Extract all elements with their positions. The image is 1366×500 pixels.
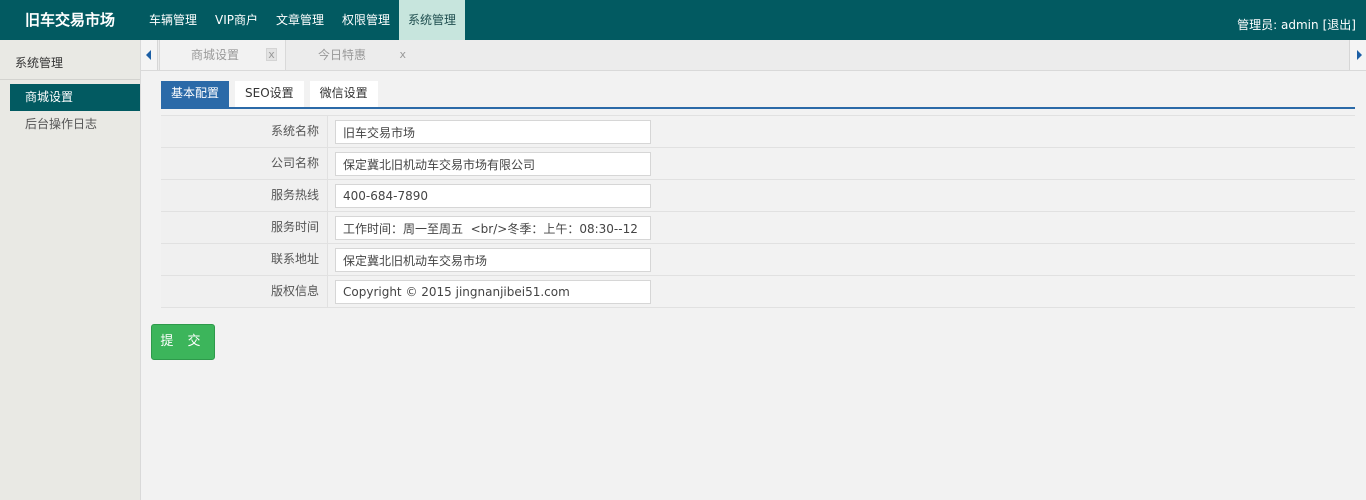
- config-form: 系统名称 公司名称 服务热线 服务时间 联系地址 版权信息: [161, 115, 1355, 308]
- nav-item-vehicles[interactable]: 车辆管理: [140, 0, 206, 40]
- tab-scroll-left-button[interactable]: [141, 40, 158, 70]
- company-name-field[interactable]: [335, 152, 651, 176]
- copyright-field[interactable]: [335, 280, 651, 304]
- sidebar-title: 系统管理: [0, 40, 140, 80]
- config-tabs: 基本配置 SEO设置 微信设置: [161, 81, 1355, 109]
- page-tab-daily-deals[interactable]: 今日特惠 x: [287, 40, 414, 70]
- service-hotline-label: 服务热线: [161, 180, 328, 211]
- caret-left-icon: [146, 50, 151, 60]
- contact-address-field[interactable]: [335, 248, 651, 272]
- nav-item-permissions[interactable]: 权限管理: [333, 0, 399, 40]
- form-row-contact-address: 联系地址: [161, 244, 1355, 276]
- nav-item-articles[interactable]: 文章管理: [267, 0, 333, 40]
- service-hours-label: 服务时间: [161, 212, 328, 243]
- copyright-label: 版权信息: [161, 276, 328, 307]
- site-brand: 旧车交易市场: [25, 11, 116, 29]
- submit-button[interactable]: 提 交: [151, 324, 215, 360]
- caret-right-icon: [1357, 50, 1362, 60]
- sidebar: 系统管理 商城设置 后台操作日志: [0, 40, 141, 500]
- tab-scroll-right-button[interactable]: [1349, 40, 1366, 70]
- page-tabstrip: 商城设置 x 今日特惠 x: [141, 40, 1366, 71]
- tab-basic-config[interactable]: 基本配置: [161, 81, 230, 107]
- form-row-service-hotline: 服务热线: [161, 180, 1355, 212]
- admin-info: 管理员: admin [退出]: [1237, 16, 1356, 33]
- form-row-company-name: 公司名称: [161, 148, 1355, 180]
- nav-item-system[interactable]: 系统管理: [399, 0, 466, 40]
- close-icon[interactable]: x: [399, 40, 406, 70]
- sidebar-list: 商城设置 后台操作日志: [0, 80, 140, 138]
- form-row-service-hours: 服务时间: [161, 212, 1355, 244]
- close-icon[interactable]: x: [266, 48, 277, 61]
- company-name-label: 公司名称: [161, 148, 328, 179]
- tab-seo-settings[interactable]: SEO设置: [235, 81, 304, 107]
- service-hotline-field[interactable]: [335, 184, 651, 208]
- page-tab-label: 今日特惠: [317, 48, 366, 62]
- sidebar-item-operation-log[interactable]: 后台操作日志: [10, 111, 140, 138]
- top-header: 旧车交易市场 车辆管理 VIP商户 文章管理 权限管理 系统管理 管理员: ad…: [0, 0, 1366, 40]
- nav-item-vip[interactable]: VIP商户: [206, 0, 267, 40]
- system-name-field[interactable]: [335, 120, 651, 144]
- top-nav: 车辆管理 VIP商户 文章管理 权限管理 系统管理: [140, 0, 466, 40]
- form-row-copyright: 版权信息: [161, 276, 1355, 308]
- service-hours-field[interactable]: [335, 216, 651, 240]
- admin-label: 管理员: admin: [1237, 18, 1319, 32]
- tab-wechat-settings[interactable]: 微信设置: [309, 81, 378, 107]
- page-tab-label: 商城设置: [190, 48, 239, 62]
- contact-address-label: 联系地址: [161, 244, 328, 275]
- form-row-system-name: 系统名称: [161, 116, 1355, 148]
- system-name-label: 系统名称: [161, 116, 328, 147]
- page-tab-mall-settings[interactable]: 商城设置 x: [159, 40, 286, 70]
- logout-link[interactable]: [退出]: [1323, 16, 1356, 33]
- sidebar-item-mall-settings[interactable]: 商城设置: [10, 84, 140, 111]
